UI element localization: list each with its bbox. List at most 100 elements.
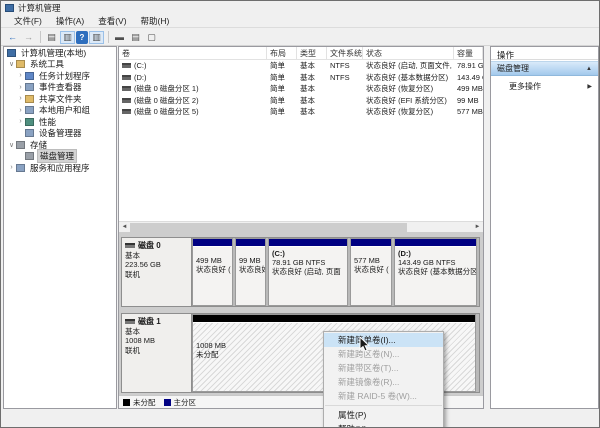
services-applications-icon (16, 163, 25, 172)
table-row[interactable]: (D:) 简单 基本 NTFS 状态良好 (基本数据分区) 143.49 GB (119, 72, 483, 84)
submenu-arrow-icon: ▶ (587, 83, 592, 90)
app-icon (5, 4, 14, 12)
collapse-icon[interactable]: ▲ (586, 66, 592, 72)
table-row[interactable]: (磁盘 0 磁盘分区 5) 简单 基本 状态良好 (恢复分区) 577 MB (119, 106, 483, 118)
window-bottom-strip (1, 409, 599, 427)
tree-item-task-scheduler[interactable]: › 任务计划程序 (4, 70, 116, 82)
expander-icon[interactable]: › (16, 107, 25, 114)
disk0-label[interactable]: 磁盘 0 基本 223.56 GB 联机 (122, 238, 192, 306)
menu-item-properties[interactable]: 属性(P) (324, 408, 443, 422)
disk-icon[interactable]: ▬ (112, 31, 127, 44)
computer-management-window: 计算机管理 文件(F) 操作(A) 查看(V) 帮助(H) ← → ▤ ▥ ? … (0, 0, 600, 428)
menu-view[interactable]: 查看(V) (91, 15, 133, 27)
column-status[interactable]: 状态 (363, 47, 454, 59)
tree-item-shared-folders[interactable]: › 共享文件夹 (4, 93, 116, 105)
more-actions-item[interactable]: 更多操作 ▶ (491, 79, 598, 93)
tree-item-services-applications[interactable]: › 服务和应用程序 (4, 162, 116, 174)
menu-item-new-mirrored-volume: 新建镜像卷(R)... (338, 377, 400, 387)
scroll-left-icon[interactable]: ◄ (119, 224, 130, 230)
performance-icon (25, 117, 34, 126)
table-row[interactable]: (C:) 简单 基本 NTFS 状态良好 (启动, 页面文件, 故障转储, 基本… (119, 60, 483, 72)
forward-icon[interactable]: → (21, 31, 36, 44)
menu-bar: 文件(F) 操作(A) 查看(V) 帮助(H) (1, 15, 599, 28)
expander-icon[interactable]: ∨ (7, 60, 16, 68)
disk0-partitions: 499 MB状态良好 ( 99 MB状态良好 (C:)78.91 GB NTFS… (192, 238, 480, 306)
partition-efi-99mb[interactable]: 99 MB状态良好 (235, 238, 266, 306)
partition-d-drive[interactable]: (D:) 143.49 GB NTFS 状态良好 (基本数据分区 (394, 238, 477, 306)
back-icon[interactable]: ← (5, 31, 20, 44)
volume-list: 卷 布局 类型 文件系统 状态 容量 (C:) 简单 基本 NTFS 状态良好 … (119, 47, 483, 221)
console-tree-panel: 计算机管理(本地) ∨ 系统工具 › 任务计划程序 › 事件查看器 › 共享文件… (3, 46, 117, 409)
device-manager-icon (25, 129, 34, 138)
computer-icon (7, 48, 16, 57)
partition-c-drive[interactable]: (C:) 78.91 GB NTFS 状态良好 (启动, 页面 (268, 238, 348, 306)
column-type[interactable]: 类型 (297, 47, 327, 59)
expander-icon[interactable]: ∨ (7, 141, 16, 149)
legend-unallocated: 未分配 (123, 397, 156, 408)
column-layout[interactable]: 布局 (267, 47, 297, 59)
expander-icon[interactable]: › (16, 95, 25, 102)
volume-list-header: 卷 布局 类型 文件系统 状态 容量 (119, 47, 483, 60)
menu-separator (325, 405, 442, 406)
primary-partition-bar (236, 239, 265, 247)
report-icon[interactable]: ▤ (128, 31, 143, 44)
menu-action[interactable]: 操作(A) (49, 15, 91, 27)
partition-recovery-499mb[interactable]: 499 MB 状态良好 ( (192, 238, 233, 306)
tree-item-system-tools[interactable]: ∨ 系统工具 (4, 59, 116, 71)
table-row[interactable]: (磁盘 0 磁盘分区 2) 简单 基本 状态良好 (EFI 系统分区) 99 M… (119, 95, 483, 107)
menu-item-new-simple-volume[interactable]: 新建简单卷(I)... (324, 333, 443, 347)
horizontal-scrollbar[interactable]: ◄ ► (119, 221, 483, 232)
column-capacity[interactable]: 容量 (454, 47, 483, 59)
scrollbar-thumb[interactable] (130, 222, 407, 232)
column-volume[interactable]: 卷 (119, 47, 267, 59)
menu-file[interactable]: 文件(F) (7, 15, 49, 27)
disk1-label[interactable]: 磁盘 1 基本 1008 MB 联机 (122, 314, 192, 392)
expander-icon[interactable]: › (16, 118, 25, 125)
menu-item-new-striped-volume: 新建带区卷(T)... (338, 363, 399, 373)
window-icon[interactable]: ▢ (144, 31, 159, 44)
menu-item-new-raid5-volume: 新建 RAID-5 卷(W)... (338, 391, 417, 401)
tree-item-device-manager[interactable]: 设备管理器 (4, 128, 116, 140)
action-pane-icon[interactable]: ▥ (89, 30, 104, 44)
system-tools-icon (16, 60, 25, 69)
menu-help[interactable]: 帮助(H) (134, 15, 177, 27)
column-filesystem[interactable]: 文件系统 (327, 47, 363, 59)
actions-group-disk-management[interactable]: 磁盘管理 ▲ (491, 61, 598, 76)
expander-icon[interactable]: › (16, 72, 25, 79)
volume-icon (122, 109, 131, 115)
tree-item-local-users-groups[interactable]: › 本地用户和组 (4, 105, 116, 117)
shared-folders-icon (25, 94, 34, 103)
window-title: 计算机管理 (18, 3, 61, 13)
primary-partition-swatch (163, 398, 171, 406)
partition-recovery-577mb[interactable]: 577 MB 状态良好 ( (350, 238, 392, 306)
expander-icon[interactable]: › (7, 164, 16, 171)
primary-partition-bar (395, 239, 476, 247)
title-bar: 计算机管理 (1, 1, 599, 15)
toolbar-separator (108, 31, 109, 43)
help-icon[interactable]: ? (76, 30, 88, 44)
toolbar: ← → ▤ ▥ ? ▥ ▬ ▤ ▢ (1, 29, 599, 46)
disk0-strip: 磁盘 0 基本 223.56 GB 联机 499 MB 状态良好 ( 99 MB 状… (121, 237, 480, 307)
menu-item-help[interactable]: 帮助(H) (324, 422, 443, 427)
table-row[interactable]: (磁盘 0 磁盘分区 1) 简单 基本 状态良好 (恢复分区) 499 MB (119, 83, 483, 95)
event-viewer-icon (25, 83, 34, 92)
unallocated-bar (193, 315, 475, 323)
primary-partition-bar (269, 239, 347, 247)
expander-icon[interactable]: › (16, 84, 25, 91)
primary-partition-bar (351, 239, 391, 247)
up-level-icon[interactable]: ▤ (44, 31, 59, 44)
tree-item-computer-management[interactable]: 计算机管理(本地) (4, 47, 116, 59)
volume-icon (122, 74, 131, 80)
scroll-right-icon[interactable]: ► (472, 224, 483, 230)
actions-header: 操作 (491, 47, 598, 60)
tree-item-event-viewer[interactable]: › 事件查看器 (4, 82, 116, 94)
console-tree-icon[interactable]: ▥ (60, 30, 75, 44)
tree-item-disk-management[interactable]: 磁盘管理 (4, 149, 116, 164)
volume-icon (122, 86, 131, 92)
volume-icon (122, 97, 131, 103)
primary-partition-bar (193, 239, 232, 247)
actions-panel: 操作 磁盘管理 ▲ 更多操作 ▶ (490, 46, 599, 409)
disk-management-icon (25, 152, 34, 161)
mouse-cursor (359, 337, 371, 352)
tree-item-performance[interactable]: › 性能 (4, 116, 116, 128)
